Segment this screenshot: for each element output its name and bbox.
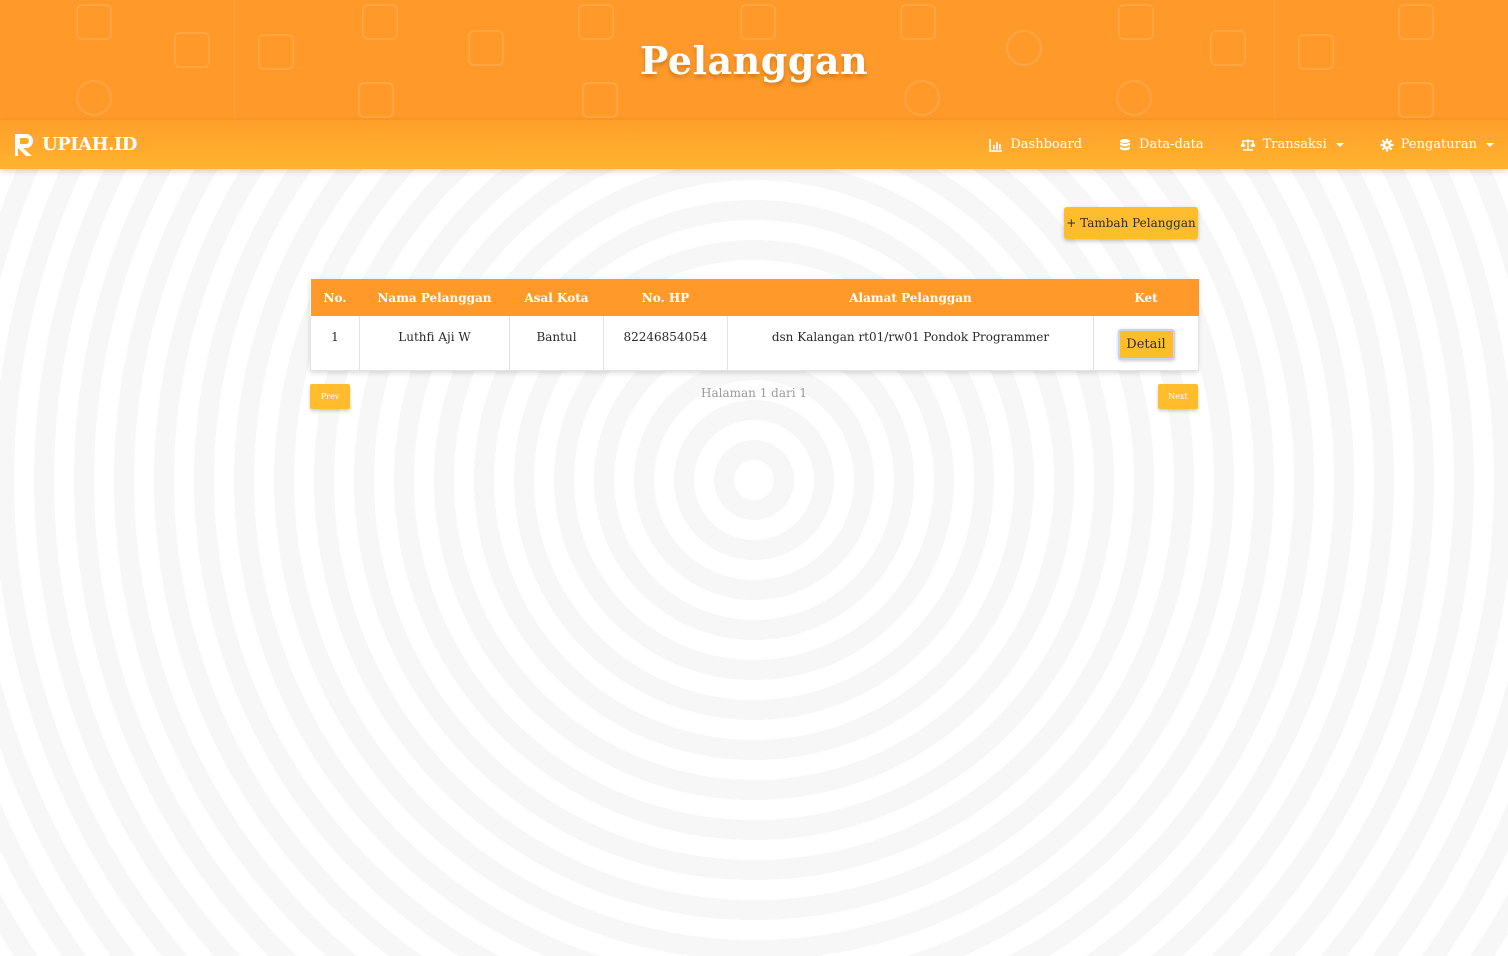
cell-alamat: dsn Kalangan rt01/rw01 Pondok Programmer (727, 316, 1094, 371)
brand-logo-icon (12, 132, 38, 158)
page-info: Halaman 1 dari 1 (701, 386, 807, 400)
pattern-icon (1398, 4, 1434, 40)
chevron-down-icon (1486, 142, 1494, 147)
database-icon (1120, 138, 1131, 150)
add-pelanggan-button[interactable]: + Tambah Pelanggan (1064, 207, 1198, 239)
brand[interactable]: UPIAH.ID (12, 132, 137, 158)
pattern-icon (582, 82, 618, 118)
column-header-ket: Ket (1093, 279, 1199, 316)
pattern-icon (358, 82, 394, 118)
nav-menu: Dashboard Data-data Transaksi Pengaturan (989, 137, 1494, 152)
pattern-icon (1116, 80, 1152, 116)
page-title: Pelanggan (639, 38, 869, 83)
next-page-button[interactable]: Next (1158, 384, 1198, 409)
chevron-down-icon (1335, 142, 1344, 147)
nav-dashboard[interactable]: Dashboard (989, 137, 1082, 152)
cell-nama: Luthfi Aji W (359, 316, 510, 371)
pattern-icon (900, 4, 936, 40)
pelanggan-table: No. Nama Pelanggan Asal Kota No. HP Alam… (310, 279, 1199, 371)
nav-data[interactable]: Data-data (1118, 137, 1204, 152)
gear-icon (1380, 138, 1394, 151)
table-header-row: No. Nama Pelanggan Asal Kota No. HP Alam… (310, 279, 1199, 316)
brand-name: UPIAH.ID (42, 134, 137, 155)
cell-kota: Bantul (509, 316, 604, 371)
cell-no: 1 (310, 316, 360, 371)
cell-ket: Detail (1093, 316, 1199, 371)
header-banner: Pelanggan (0, 0, 1508, 128)
navbar: UPIAH.ID Dashboard Data-data Transaksi P… (0, 120, 1508, 169)
column-header-no: No. (310, 279, 360, 316)
nav-dashboard-label: Dashboard (1010, 137, 1083, 152)
pattern-icon (76, 80, 112, 116)
column-header-kota: Asal Kota (509, 279, 604, 316)
nav-transaksi-label: Transaksi (1262, 137, 1327, 152)
nav-transaksi-dropdown[interactable]: Transaksi (1240, 137, 1344, 152)
table-row: 1 Luthfi Aji W Bantul 82246854054 dsn Ka… (310, 316, 1199, 371)
pattern-icon (904, 80, 940, 116)
pattern-icon (1398, 82, 1434, 118)
nav-pengaturan-label: Pengaturan (1400, 137, 1477, 152)
detail-button[interactable]: Detail (1117, 329, 1175, 361)
nav-data-label: Data-data (1139, 137, 1204, 152)
column-header-nama: Nama Pelanggan (359, 279, 510, 316)
pattern-icon (362, 4, 398, 40)
prev-page-button[interactable]: Prev (310, 384, 350, 409)
column-header-alamat: Alamat Pelanggan (727, 279, 1094, 316)
pattern-icon (76, 4, 112, 40)
balance-scale-icon (1240, 138, 1256, 151)
cell-hp: 82246854054 (603, 316, 728, 371)
pattern-icon (1118, 4, 1154, 40)
nav-pengaturan-dropdown[interactable]: Pengaturan (1380, 137, 1494, 152)
column-header-hp: No. HP (603, 279, 728, 316)
bar-chart-icon (989, 138, 1003, 152)
pattern-icon (578, 4, 614, 40)
pattern-icon (740, 4, 776, 40)
